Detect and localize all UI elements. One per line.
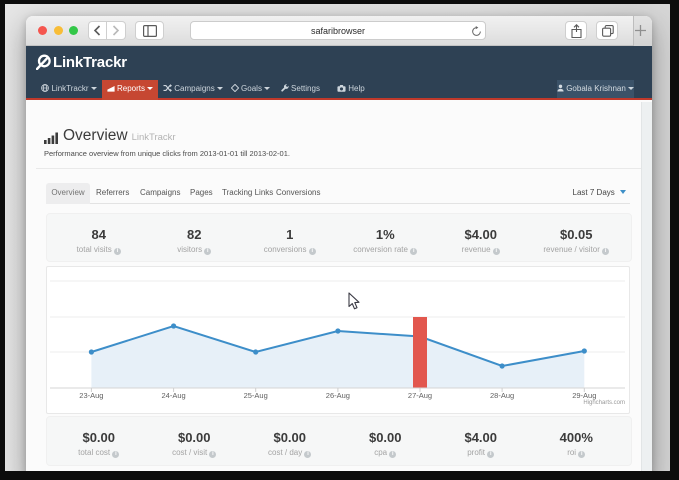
svg-text:24-Aug: 24-Aug [162, 391, 186, 400]
svg-text:27-Aug: 27-Aug [408, 391, 432, 400]
svg-text:Highcharts.com: Highcharts.com [583, 400, 625, 406]
svg-text:25-Aug: 25-Aug [244, 391, 268, 400]
svg-text:26-Aug: 26-Aug [326, 391, 350, 400]
svg-text:29-Aug: 29-Aug [572, 391, 596, 400]
svg-text:23-Aug: 23-Aug [79, 391, 103, 400]
svg-text:28-Aug: 28-Aug [490, 391, 514, 400]
